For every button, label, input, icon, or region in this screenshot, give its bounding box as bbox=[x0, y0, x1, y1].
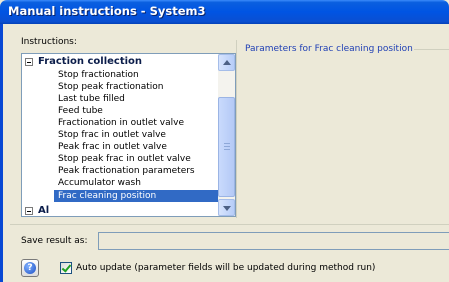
tree-item[interactable]: Accumulator wash bbox=[58, 177, 141, 189]
scroll-thumb[interactable] bbox=[218, 97, 235, 197]
save-result-label: Save result as: bbox=[21, 236, 88, 246]
checkmark-icon bbox=[61, 262, 72, 273]
tree-item[interactable]: Stop peak fractionation bbox=[58, 81, 164, 93]
list-scrollbar[interactable] bbox=[218, 54, 235, 216]
tree-item[interactable]: Feed tube bbox=[58, 105, 103, 117]
auto-update-label[interactable]: Auto update (parameter fields will be up… bbox=[76, 263, 375, 273]
scroll-up-button[interactable] bbox=[218, 54, 235, 71]
title-bar: Manual instructions - System3 bbox=[0, 0, 449, 24]
tree-item[interactable]: Fractionation in outlet valve bbox=[58, 117, 184, 129]
tree-node-fraction-collection[interactable]: Fraction collection bbox=[38, 56, 142, 68]
tree-item[interactable]: Peak frac in outlet valve bbox=[58, 141, 167, 153]
divider bbox=[10, 224, 449, 225]
tree-item-selected[interactable]: Frac cleaning position bbox=[54, 190, 218, 202]
parameters-group-title: Parameters for Frac cleaning position bbox=[245, 44, 413, 54]
help-icon: ? bbox=[24, 262, 36, 274]
splitter[interactable] bbox=[236, 40, 237, 218]
grip-line bbox=[224, 146, 230, 147]
auto-update-checkbox[interactable] bbox=[60, 262, 72, 274]
grip-line bbox=[224, 149, 230, 150]
help-button[interactable]: ? bbox=[21, 259, 39, 277]
tree-item[interactable]: Stop fractionation bbox=[58, 69, 139, 81]
tree-item[interactable]: Stop frac in outlet valve bbox=[58, 129, 166, 141]
expand-icon[interactable] bbox=[25, 207, 33, 215]
grip-line bbox=[224, 143, 230, 144]
tree-item[interactable]: Stop peak frac in outlet valve bbox=[58, 153, 191, 165]
collapse-icon[interactable] bbox=[25, 58, 33, 66]
save-result-input[interactable] bbox=[98, 232, 449, 250]
tree-item[interactable]: Peak fractionation parameters bbox=[58, 165, 195, 177]
window-title: Manual instructions - System3 bbox=[8, 4, 206, 18]
arrow-up-icon bbox=[223, 60, 231, 65]
arrow-down-icon bbox=[223, 206, 231, 211]
instructions-list: Fraction collection Stop fractionation S… bbox=[22, 54, 218, 216]
instructions-tree[interactable]: Fraction collection Stop fractionation S… bbox=[21, 53, 236, 217]
instructions-label: Instructions: bbox=[21, 37, 77, 47]
window-frame bbox=[0, 24, 3, 282]
tree-item[interactable]: Last tube filled bbox=[58, 93, 125, 105]
scroll-down-button[interactable] bbox=[218, 199, 235, 216]
group-border bbox=[414, 49, 449, 50]
tree-node-partial[interactable]: Al bbox=[38, 205, 49, 216]
